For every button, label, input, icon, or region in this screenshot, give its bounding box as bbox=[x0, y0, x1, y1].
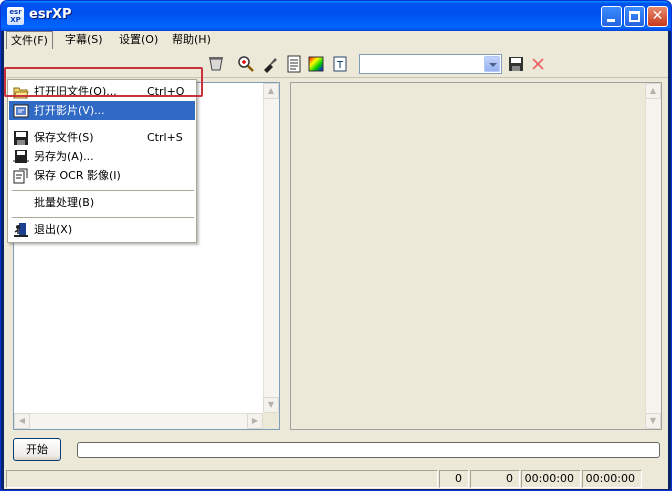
menu-file[interactable]: 文件(F) bbox=[6, 31, 53, 49]
status-count-a: 0 bbox=[439, 470, 469, 488]
menu-item-batch[interactable]: 批量处理(B) bbox=[9, 193, 195, 212]
status-message bbox=[6, 470, 438, 488]
menu-item-open-movie[interactable]: 打开影片(V)... bbox=[9, 101, 195, 120]
horizontal-scrollbar[interactable]: ◀ ▶ bbox=[14, 413, 263, 429]
close-icon: ✕ bbox=[651, 8, 664, 24]
menu-subtitle[interactable]: 字幕(S) bbox=[61, 31, 107, 49]
scroll-down-icon[interactable]: ▼ bbox=[645, 413, 661, 429]
preview-panel: ▲ ▼ bbox=[290, 82, 662, 430]
open-movie-icon bbox=[13, 104, 29, 118]
color-icon[interactable] bbox=[307, 55, 325, 73]
menu-item-exit[interactable]: 退出(X) bbox=[9, 220, 195, 239]
title-bar[interactable]: esr XP esrXP ✕ bbox=[1, 1, 671, 31]
scroll-left-icon[interactable]: ◀ bbox=[14, 413, 30, 429]
save-icon[interactable] bbox=[507, 55, 525, 73]
svg-text:T: T bbox=[336, 60, 344, 71]
exit-icon bbox=[14, 223, 28, 237]
menu-item-shortcut: Ctrl+S bbox=[147, 131, 183, 144]
maximize-button[interactable] bbox=[624, 6, 645, 27]
annotation-highlight bbox=[4, 67, 203, 97]
minimize-icon bbox=[607, 19, 615, 22]
save-as-icon bbox=[13, 150, 29, 163]
status-time-end: 00:00:00 bbox=[582, 470, 642, 488]
menu-settings[interactable]: 设置(O) bbox=[115, 31, 162, 49]
menu-item-label: 保存文件(S) bbox=[34, 131, 94, 144]
menu-item-label: 打开影片(V)... bbox=[34, 104, 105, 117]
start-button[interactable]: 开始 bbox=[13, 438, 61, 461]
status-time-start: 00:00:00 bbox=[521, 470, 581, 488]
brush-icon[interactable] bbox=[261, 55, 279, 73]
menu-item-label: 保存 OCR 影像(I) bbox=[34, 169, 121, 182]
vertical-scrollbar[interactable]: ▲ ▼ bbox=[645, 83, 661, 429]
scrollbar-corner bbox=[263, 413, 279, 429]
menu-separator bbox=[12, 190, 194, 191]
maximize-icon bbox=[629, 11, 640, 22]
progress-bar bbox=[77, 442, 660, 458]
app-icon[interactable]: esr XP bbox=[7, 7, 24, 25]
ocr-image-icon bbox=[13, 168, 28, 184]
file-menu-dropdown: 打开旧文件(O)... Ctrl+O 打开影片(V)... 保存文件(S) Ct… bbox=[7, 79, 197, 243]
menu-separator bbox=[12, 217, 194, 218]
menu-item-save[interactable]: 保存文件(S) Ctrl+S bbox=[9, 128, 195, 147]
close-button[interactable]: ✕ bbox=[647, 6, 668, 27]
document-icon[interactable] bbox=[285, 55, 303, 73]
menu-help[interactable]: 帮助(H) bbox=[168, 31, 215, 49]
save-icon bbox=[14, 131, 28, 145]
delete-icon[interactable] bbox=[529, 55, 547, 73]
menu-item-label: 退出(X) bbox=[34, 223, 73, 236]
subtitle-combo[interactable] bbox=[359, 54, 502, 74]
status-bar: 0 0 00:00:00 00:00:00 bbox=[4, 467, 668, 489]
menu-item-label: 批量处理(B) bbox=[34, 196, 95, 209]
menu-bar: 文件(F) 字幕(S) 设置(O) 帮助(H) bbox=[4, 31, 668, 50]
status-count-b: 0 bbox=[470, 470, 520, 488]
clear-icon[interactable] bbox=[207, 55, 225, 73]
zoom-in-icon[interactable] bbox=[237, 55, 255, 73]
scroll-up-icon[interactable]: ▲ bbox=[263, 83, 279, 99]
text-icon[interactable]: T bbox=[331, 55, 349, 73]
chevron-down-icon[interactable] bbox=[484, 56, 500, 72]
window-title: esrXP bbox=[29, 7, 72, 22]
scroll-up-icon[interactable]: ▲ bbox=[645, 83, 661, 99]
menu-item-save-ocr[interactable]: 保存 OCR 影像(I) bbox=[9, 166, 195, 185]
minimize-button[interactable] bbox=[601, 6, 622, 27]
scroll-right-icon[interactable]: ▶ bbox=[247, 413, 263, 429]
vertical-scrollbar[interactable]: ▲ ▼ bbox=[263, 83, 279, 413]
client-area: 文件(F) 字幕(S) 设置(O) 帮助(H) T ▲ ▼ ◀ ▶ ▲ ▼ 开始… bbox=[4, 31, 668, 489]
scroll-down-icon[interactable]: ▼ bbox=[263, 397, 279, 413]
menu-item-label: 另存为(A)... bbox=[34, 150, 94, 163]
menu-item-save-as[interactable]: 另存为(A)... bbox=[9, 147, 195, 166]
app-window: esr XP esrXP ✕ 文件(F) 字幕(S) 设置(O) 帮助(H) T… bbox=[0, 0, 672, 491]
